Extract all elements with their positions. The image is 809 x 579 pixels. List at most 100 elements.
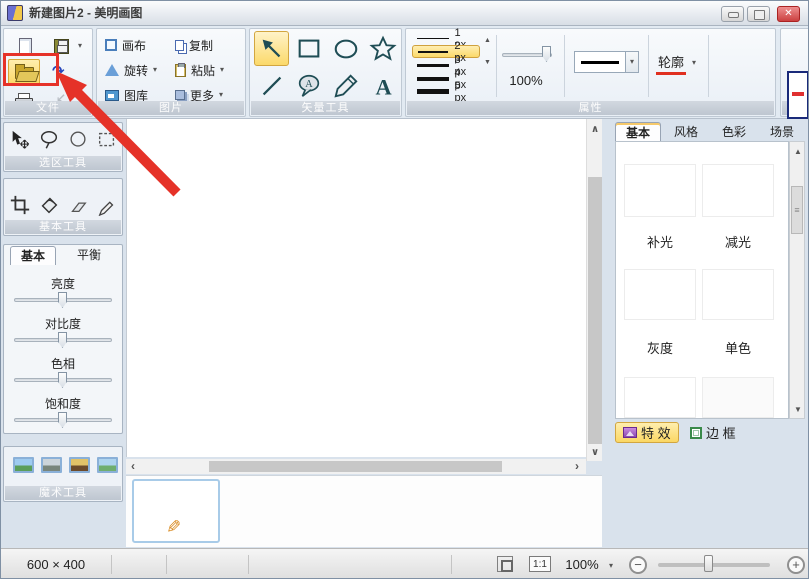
magic-tools-group: 魔术工具 xyxy=(3,446,123,502)
magic-thumb-3[interactable] xyxy=(69,457,90,473)
new-button[interactable] xyxy=(12,34,38,58)
star-tool-button[interactable] xyxy=(365,31,400,66)
save-caret-icon[interactable]: ▾ xyxy=(78,42,82,50)
panel-scroll-up-icon[interactable]: ▲ xyxy=(794,147,802,157)
move-tool-button[interactable] xyxy=(8,128,32,152)
scroll-right-icon[interactable]: › xyxy=(575,461,579,471)
stroke-color-swatch[interactable] xyxy=(787,71,809,119)
line-width-5px[interactable]: 5 px xyxy=(412,85,480,98)
lasso-tool-button[interactable] xyxy=(37,128,61,152)
ellipse-tool-icon xyxy=(332,35,360,63)
tab-color[interactable]: 色彩 xyxy=(711,122,757,142)
effect-thumb-grayscale[interactable] xyxy=(624,269,696,320)
paste-caret-icon[interactable]: ▾ xyxy=(220,66,224,74)
tab-scene[interactable]: 场景 xyxy=(759,122,805,142)
titlebar: 新建图片2 - 美明画图 ✕ xyxy=(1,1,809,26)
outline-caret-icon[interactable]: ▾ xyxy=(692,59,696,67)
scroll-up-icon[interactable]: ∧ xyxy=(591,125,599,135)
horizontal-scroll-thumb[interactable] xyxy=(209,461,502,472)
paste-button[interactable]: 粘贴 ▾ xyxy=(175,60,224,80)
pen-tool-button[interactable] xyxy=(95,193,119,217)
outline-button[interactable]: 轮廓 ▾ xyxy=(656,51,696,75)
line-style-combo[interactable] xyxy=(574,51,626,73)
zoom-out-button[interactable]: − xyxy=(629,556,647,574)
basic-group-label: 基本工具 xyxy=(5,220,121,234)
vertical-scrollbar[interactable]: ∧ ∨ xyxy=(586,119,602,461)
page-thumbnail[interactable]: ✎ xyxy=(132,479,220,543)
fit-screen-button[interactable] xyxy=(497,556,513,572)
line-style-preview-icon xyxy=(581,61,619,64)
text-tool-button[interactable]: A xyxy=(365,68,400,103)
tab-basic-effects[interactable]: 基本 xyxy=(615,122,661,142)
scroll-down-icon[interactable]: ∨ xyxy=(591,448,599,458)
ellipse-select-icon xyxy=(67,129,89,151)
line-tool-button[interactable] xyxy=(254,68,289,103)
opacity-slider-thumb[interactable] xyxy=(542,46,551,62)
rotate-button[interactable]: 旋转 ▾ xyxy=(105,60,157,80)
save-button[interactable] xyxy=(48,34,74,58)
drawing-canvas[interactable] xyxy=(126,119,586,457)
effect-thumb-partial[interactable] xyxy=(702,377,774,418)
hue-slider-thumb[interactable] xyxy=(58,372,67,388)
open-button[interactable] xyxy=(8,59,40,86)
crop-tool-button[interactable] xyxy=(8,193,32,217)
separator xyxy=(111,555,112,574)
rotate-caret-icon[interactable]: ▾ xyxy=(153,66,157,74)
minimize-button[interactable] xyxy=(721,6,744,22)
gallery-icon xyxy=(105,90,119,101)
horizontal-scrollbar[interactable]: ‹ › xyxy=(126,459,586,474)
separator xyxy=(564,35,565,97)
zoom-value[interactable]: 100% xyxy=(561,549,603,579)
canvas-button[interactable]: 画布 xyxy=(105,35,146,55)
tab-style[interactable]: 风格 xyxy=(663,122,709,142)
brightness-slider-thumb[interactable] xyxy=(58,292,67,308)
zoom-caret-icon[interactable]: ▾ xyxy=(609,562,613,570)
redo-button[interactable]: ↷ xyxy=(52,62,65,80)
zoom-slider-track[interactable] xyxy=(658,563,770,567)
width-spinner-up-icon[interactable]: ▲ xyxy=(484,37,491,45)
rectangle-tool-button[interactable] xyxy=(291,31,326,66)
rect-select-button[interactable] xyxy=(95,128,119,152)
line-style-caret-button[interactable]: ▾ xyxy=(625,51,639,73)
effect-label: 灰度 xyxy=(624,338,696,357)
magic-thumb-4[interactable] xyxy=(97,457,118,473)
scroll-left-icon[interactable]: ‹ xyxy=(131,461,135,471)
paste-label: 粘贴 xyxy=(191,62,215,79)
tab-balance[interactable]: 平衡 xyxy=(66,246,112,265)
rectangle-tool-icon xyxy=(295,35,323,63)
magic-thumb-2[interactable] xyxy=(41,457,62,473)
eraser-tool-button[interactable] xyxy=(66,193,90,217)
magic-thumb-1[interactable] xyxy=(13,457,34,473)
tab-basic[interactable]: 基本 xyxy=(10,246,56,265)
close-button[interactable]: ✕ xyxy=(777,6,800,22)
callout-tool-button[interactable]: A xyxy=(291,68,326,103)
panel-scrollbar[interactable]: ▲ ≡ ▼ xyxy=(789,141,805,419)
border-button[interactable]: 边 框 xyxy=(683,422,743,443)
panel-scroll-thumb[interactable]: ≡ xyxy=(791,186,803,234)
ellipse-tool-button[interactable] xyxy=(328,31,363,66)
saturation-slider-thumb[interactable] xyxy=(58,412,67,428)
zoom-in-button[interactable]: + xyxy=(787,556,805,574)
zoom-slider-thumb[interactable] xyxy=(704,555,713,572)
effect-thumb-reduce-light[interactable] xyxy=(702,164,774,217)
arrow-tool-button[interactable] xyxy=(254,31,289,66)
effect-thumb-fill-light[interactable] xyxy=(624,164,696,217)
pen-tool-icon xyxy=(96,194,118,216)
contrast-slider-thumb[interactable] xyxy=(58,332,67,348)
ellipse-select-button[interactable] xyxy=(66,128,90,152)
width-spinner-down-icon[interactable]: ▼ xyxy=(484,59,491,67)
copy-button[interactable]: 复制 xyxy=(175,35,213,55)
pencil-tool-button[interactable] xyxy=(328,68,363,103)
effects-list: 补光 减光 灰度 单色 xyxy=(615,141,789,419)
fill-tool-button[interactable] xyxy=(37,193,61,217)
panel-scroll-down-icon[interactable]: ▼ xyxy=(794,405,802,415)
actual-size-button[interactable]: 1:1 xyxy=(529,556,551,572)
vertical-scroll-thumb[interactable] xyxy=(588,177,602,444)
effect-thumb-partial[interactable] xyxy=(624,377,696,418)
eraser-tool-icon xyxy=(67,194,89,216)
more-caret-icon[interactable]: ▾ xyxy=(219,91,223,99)
line-sample-icon xyxy=(418,51,448,53)
maximize-button[interactable] xyxy=(747,6,770,22)
special-effects-button[interactable]: 特 效 xyxy=(615,422,679,443)
effect-thumb-monochrome[interactable] xyxy=(702,269,774,320)
